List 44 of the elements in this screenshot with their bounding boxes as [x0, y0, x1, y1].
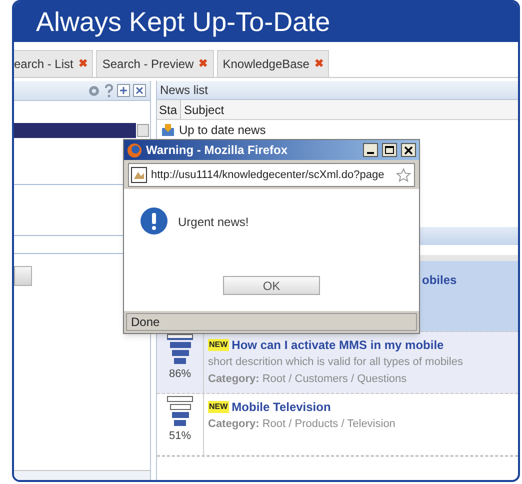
- page-icon: [131, 167, 147, 183]
- article-title[interactable]: How can I activate MMS in my mobile: [232, 336, 444, 354]
- close-button[interactable]: [401, 143, 416, 157]
- new-badge: NEW: [208, 339, 229, 351]
- tab-label: earch - List: [14, 56, 74, 73]
- close-icon[interactable]: ✖: [198, 56, 208, 72]
- panel-title: News list: [160, 82, 208, 99]
- banner-title: Always Kept Up-To-Date: [36, 8, 330, 36]
- dialog-message: Urgent news!: [178, 214, 249, 231]
- list-item[interactable]: 86% NEW How can I activate MMS in my mobile short descrition which is valid for all types of mobiles Category: Root / Customers / Questions: [157, 332, 518, 394]
- star-icon[interactable]: [396, 168, 411, 182]
- new-badge: NEW: [208, 401, 229, 413]
- tab-label: KnowledgeBase: [222, 56, 310, 73]
- category-path: Root / Customers / Questions: [262, 372, 407, 386]
- close-icon[interactable]: ✖: [314, 56, 324, 72]
- tab[interactable]: Search - Preview ✖: [96, 50, 214, 77]
- article-title[interactable]: Mobile Television: [232, 398, 331, 416]
- close-icon[interactable]: [133, 84, 146, 97]
- help-icon[interactable]: [104, 84, 114, 98]
- tab[interactable]: earch - List ✖: [14, 50, 94, 77]
- dialog-title: Warning - Mozilla Firefox: [146, 142, 289, 159]
- tab-label: Search - Preview: [102, 56, 194, 73]
- minimize-button[interactable]: [363, 143, 378, 157]
- plus-icon[interactable]: [117, 84, 130, 97]
- address-text: http://usu1114/knowledgecenter/scXml.do?page: [151, 168, 386, 183]
- news-subject[interactable]: Up to date news: [179, 120, 266, 138]
- rating-percent: 51%: [168, 429, 192, 444]
- envelope-icon: [161, 122, 175, 136]
- article-description: short descrition which is valid for all types of mobiles: [208, 355, 464, 370]
- tab[interactable]: KnowledgeBase ✖: [216, 50, 330, 77]
- article-title[interactable]: obiles: [422, 271, 457, 289]
- list-item[interactable]: 51% NEW Mobile Television Category: Root / Products / Television: [157, 394, 518, 456]
- category-label: Category:: [208, 372, 260, 386]
- info-icon: [140, 207, 168, 235]
- status-text: Done: [131, 314, 160, 331]
- ok-button[interactable]: OK: [223, 276, 320, 295]
- rating-percent: 86%: [168, 367, 192, 382]
- category-path: Root / Products / Television: [262, 417, 396, 432]
- address-bar[interactable]: http://usu1114/knowledgecenter/scXml.do?page: [128, 163, 415, 187]
- category-label: Category:: [208, 417, 260, 432]
- close-icon[interactable]: ✖: [78, 56, 88, 72]
- browser-logo-icon: [127, 142, 142, 158]
- column-header[interactable]: Subject: [181, 100, 518, 119]
- maximize-button[interactable]: [382, 143, 397, 157]
